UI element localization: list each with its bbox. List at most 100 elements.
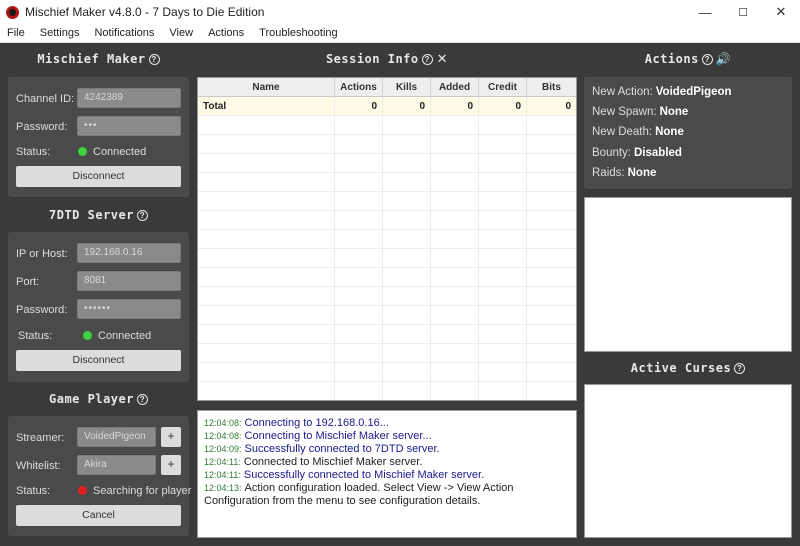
table-row[interactable] bbox=[198, 135, 576, 154]
table-cell bbox=[479, 363, 527, 381]
log-line: 12:04:11: Connected to Mischief Maker ser… bbox=[204, 456, 570, 469]
searching-status-icon bbox=[78, 486, 87, 495]
table-cell bbox=[527, 306, 576, 324]
add-streamer-button[interactable]: + bbox=[161, 427, 181, 447]
table-row[interactable] bbox=[198, 116, 576, 135]
table-cell bbox=[479, 135, 527, 153]
player-status-text: Searching for player bbox=[93, 485, 192, 497]
menu-settings[interactable]: Settings bbox=[39, 27, 81, 39]
active-curses-area[interactable] bbox=[584, 384, 792, 538]
table-row[interactable] bbox=[198, 230, 576, 249]
table-row[interactable] bbox=[198, 382, 576, 400]
table-row[interactable] bbox=[198, 268, 576, 287]
table-cell bbox=[383, 135, 431, 153]
table-cell bbox=[431, 249, 479, 267]
table-cell bbox=[335, 382, 383, 400]
actions-display-area[interactable] bbox=[584, 197, 792, 352]
table-row[interactable] bbox=[198, 154, 576, 173]
table-cell bbox=[431, 173, 479, 191]
log-text: Configuration from the menu to see confi… bbox=[204, 495, 481, 507]
log-panel[interactable]: 12:04:08: Connecting to 192.168.0.16... 1… bbox=[197, 410, 577, 538]
table-row[interactable] bbox=[198, 287, 576, 306]
mm-disconnect-button[interactable]: Disconnect bbox=[16, 166, 181, 187]
server-status-text: Connected bbox=[98, 330, 152, 342]
connected-status-icon bbox=[78, 147, 87, 156]
menu-view[interactable]: View bbox=[168, 27, 194, 39]
help-icon[interactable]: ? bbox=[136, 210, 148, 221]
server-password-field[interactable]: •••••• bbox=[77, 299, 181, 319]
column-header-credit[interactable]: Credit bbox=[479, 78, 527, 96]
column-header-kills[interactable]: Kills bbox=[383, 78, 431, 96]
maximize-button[interactable]: ☐ bbox=[724, 0, 762, 24]
add-whitelist-button[interactable]: + bbox=[161, 455, 181, 475]
table-cell bbox=[431, 363, 479, 381]
game-player-title: Game Player? bbox=[8, 392, 189, 406]
host-field[interactable]: 192.168.0.16 bbox=[77, 243, 181, 263]
column-header-actions[interactable]: Actions bbox=[335, 78, 383, 96]
cancel-button[interactable]: Cancel bbox=[16, 505, 181, 526]
close-icon[interactable]: ✕ bbox=[437, 52, 448, 67]
log-line: 12:04:13: Action configuration loaded. Se… bbox=[204, 482, 570, 495]
menu-bar: File Settings Notifications View Actions… bbox=[0, 24, 800, 43]
table-row[interactable] bbox=[198, 211, 576, 230]
table-cell bbox=[527, 363, 576, 381]
table-cell bbox=[198, 249, 335, 267]
menu-actions[interactable]: Actions bbox=[207, 27, 245, 39]
bounty-value: Disabled bbox=[634, 147, 682, 159]
table-cell bbox=[527, 249, 576, 267]
streamer-field[interactable]: VoidedPigeon bbox=[77, 427, 156, 447]
table-row[interactable] bbox=[198, 306, 576, 325]
close-button[interactable]: ✕ bbox=[762, 0, 800, 24]
table-cell bbox=[198, 230, 335, 248]
table-cell bbox=[527, 116, 576, 134]
menu-file[interactable]: File bbox=[6, 27, 26, 39]
table-cell bbox=[383, 249, 431, 267]
table-cell bbox=[198, 325, 335, 343]
help-icon[interactable]: ? bbox=[136, 394, 148, 405]
minimize-button[interactable]: — bbox=[686, 0, 724, 24]
mm-password-field[interactable]: ••• bbox=[77, 116, 181, 136]
whitelist-field[interactable]: Akira bbox=[77, 455, 156, 475]
log-timestamp: 12:04:13: bbox=[204, 483, 242, 493]
help-icon[interactable]: ? bbox=[421, 54, 433, 65]
column-header-added[interactable]: Added bbox=[431, 78, 479, 96]
table-cell bbox=[383, 325, 431, 343]
active-curses-title: Active Curses? bbox=[584, 361, 792, 375]
mm-status-text: Connected bbox=[93, 146, 147, 158]
table-cell bbox=[383, 268, 431, 286]
channel-id-field[interactable]: 4242389 bbox=[77, 88, 181, 108]
column-header-bits[interactable]: Bits bbox=[527, 78, 576, 96]
help-icon[interactable]: ? bbox=[148, 54, 160, 65]
table-row[interactable] bbox=[198, 173, 576, 192]
column-header-name[interactable]: Name bbox=[198, 78, 335, 96]
player-status-label: Status: bbox=[16, 485, 51, 497]
table-row[interactable] bbox=[198, 344, 576, 363]
table-cell bbox=[198, 154, 335, 172]
session-table[interactable]: Name Actions Kills Added Credit Bits Tot… bbox=[197, 77, 577, 401]
session-info-title: Session Info? ✕ bbox=[197, 52, 577, 67]
speaker-icon[interactable]: 🔊 bbox=[716, 52, 731, 66]
table-row-total[interactable]: Total 0 0 0 0 0 bbox=[198, 97, 576, 116]
table-cell bbox=[479, 382, 527, 400]
log-line: Configuration from the menu to see confi… bbox=[204, 495, 570, 508]
table-row[interactable] bbox=[198, 363, 576, 382]
table-cell bbox=[479, 344, 527, 362]
table-cell bbox=[527, 211, 576, 229]
server-title-text: 7DTD Server bbox=[49, 208, 134, 222]
port-label: Port: bbox=[16, 276, 40, 288]
port-field[interactable]: 8081 bbox=[77, 271, 181, 291]
menu-notifications[interactable]: Notifications bbox=[93, 27, 155, 39]
table-cell bbox=[383, 363, 431, 381]
table-row[interactable] bbox=[198, 325, 576, 344]
help-icon[interactable]: ? bbox=[701, 54, 713, 65]
table-row[interactable] bbox=[198, 249, 576, 268]
server-disconnect-button[interactable]: Disconnect bbox=[16, 350, 181, 371]
table-cell bbox=[198, 306, 335, 324]
table-cell bbox=[383, 230, 431, 248]
help-icon[interactable]: ? bbox=[734, 363, 746, 374]
table-cell bbox=[431, 211, 479, 229]
server-password-label: Password: bbox=[16, 304, 68, 316]
menu-troubleshooting[interactable]: Troubleshooting bbox=[258, 27, 338, 39]
table-row[interactable] bbox=[198, 192, 576, 211]
log-timestamp: 12:04:11: bbox=[204, 470, 241, 480]
